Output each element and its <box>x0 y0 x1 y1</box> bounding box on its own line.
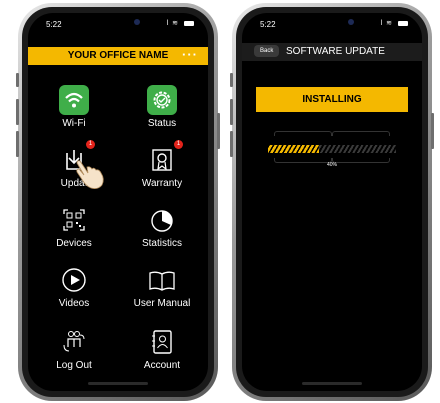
tile-label: Statistics <box>141 238 182 249</box>
tile-label: Log Out <box>56 360 92 371</box>
tile-user-manual[interactable]: User Manual <box>122 265 202 309</box>
tile-statistics[interactable]: Statistics <box>122 205 202 249</box>
book-icon <box>147 265 177 295</box>
play-icon <box>59 265 89 295</box>
progress-percent: 40% <box>326 162 337 168</box>
tile-status[interactable]: Status <box>122 85 202 129</box>
update-header: Back SOFTWARE UPDATE <box>242 43 422 61</box>
progress-fill <box>268 145 320 153</box>
frame-top-right <box>332 131 390 136</box>
gear-icon <box>147 85 177 115</box>
mute-switch <box>16 73 19 87</box>
contact-book-icon <box>147 327 177 357</box>
power-button <box>431 113 434 149</box>
home-indicator <box>88 382 148 385</box>
tile-label: Wi-Fi <box>62 118 86 129</box>
wifi-status-icon: ≋ <box>386 20 394 27</box>
certificate-icon: 1 <box>147 140 183 175</box>
tile-devices[interactable]: Devices <box>34 205 114 249</box>
wifi-status-icon: ≋ <box>172 20 180 27</box>
progress-bar <box>268 145 396 153</box>
tile-warranty[interactable]: 1 Warranty <box>122 140 202 189</box>
battery-icon <box>184 20 194 26</box>
tile-videos[interactable]: Videos <box>34 265 114 309</box>
tile-label: Videos <box>58 298 90 309</box>
status-time: 5:22 <box>46 20 62 29</box>
volume-up-button <box>16 99 19 125</box>
pie-chart-icon <box>147 205 177 235</box>
more-menu-icon[interactable]: ··· <box>182 47 198 62</box>
tile-wifi[interactable]: Wi-Fi <box>34 85 114 129</box>
page-title: SOFTWARE UPDATE <box>286 46 385 57</box>
notch <box>284 13 380 33</box>
right-phone-frame: 5:22 .ıl ≋ Back SOFTWARE UPDATE INSTALLI… <box>230 3 434 401</box>
users-switch-icon <box>59 327 89 357</box>
left-phone-frame: 5:22 .ıl ≋ YOUR OFFICE NAME ··· Wi-Fi <box>16 3 220 401</box>
tap-hand-icon <box>74 157 110 196</box>
tile-label: User Manual <box>133 298 191 309</box>
battery-icon <box>398 20 408 26</box>
tile-label: Warranty <box>141 178 183 189</box>
installing-button: INSTALLING <box>256 87 408 112</box>
tile-label: Status <box>147 118 177 129</box>
volume-down-button <box>230 131 233 157</box>
status-time: 5:22 <box>260 20 276 29</box>
front-camera <box>348 19 354 25</box>
power-button <box>217 113 220 149</box>
office-header: YOUR OFFICE NAME ··· <box>28 47 208 65</box>
qr-code-icon <box>59 205 89 235</box>
office-app-screen: 5:22 .ıl ≋ YOUR OFFICE NAME ··· Wi-Fi <box>28 13 208 391</box>
volume-down-button <box>16 131 19 157</box>
volume-up-button <box>230 99 233 125</box>
front-camera <box>134 19 140 25</box>
software-update-screen: 5:22 .ıl ≋ Back SOFTWARE UPDATE INSTALLI… <box>242 13 422 391</box>
phone-bezel: 5:22 .ıl ≋ Back SOFTWARE UPDATE INSTALLI… <box>236 7 428 397</box>
tile-account[interactable]: Account <box>122 327 202 371</box>
notch <box>70 13 166 33</box>
mute-switch <box>230 73 233 87</box>
notification-badge: 1 <box>174 140 183 149</box>
office-name: YOUR OFFICE NAME <box>67 50 169 61</box>
notification-badge: 1 <box>86 140 95 149</box>
frame-top-left <box>274 131 332 136</box>
back-button[interactable]: Back <box>254 45 280 57</box>
tile-log-out[interactable]: Log Out <box>34 327 114 371</box>
phone-bezel: 5:22 .ıl ≋ YOUR OFFICE NAME ··· Wi-Fi <box>22 7 214 397</box>
tile-label: Devices <box>56 238 92 249</box>
wifi-icon <box>59 85 89 115</box>
tile-label: Account <box>143 360 181 371</box>
home-indicator <box>302 382 362 385</box>
